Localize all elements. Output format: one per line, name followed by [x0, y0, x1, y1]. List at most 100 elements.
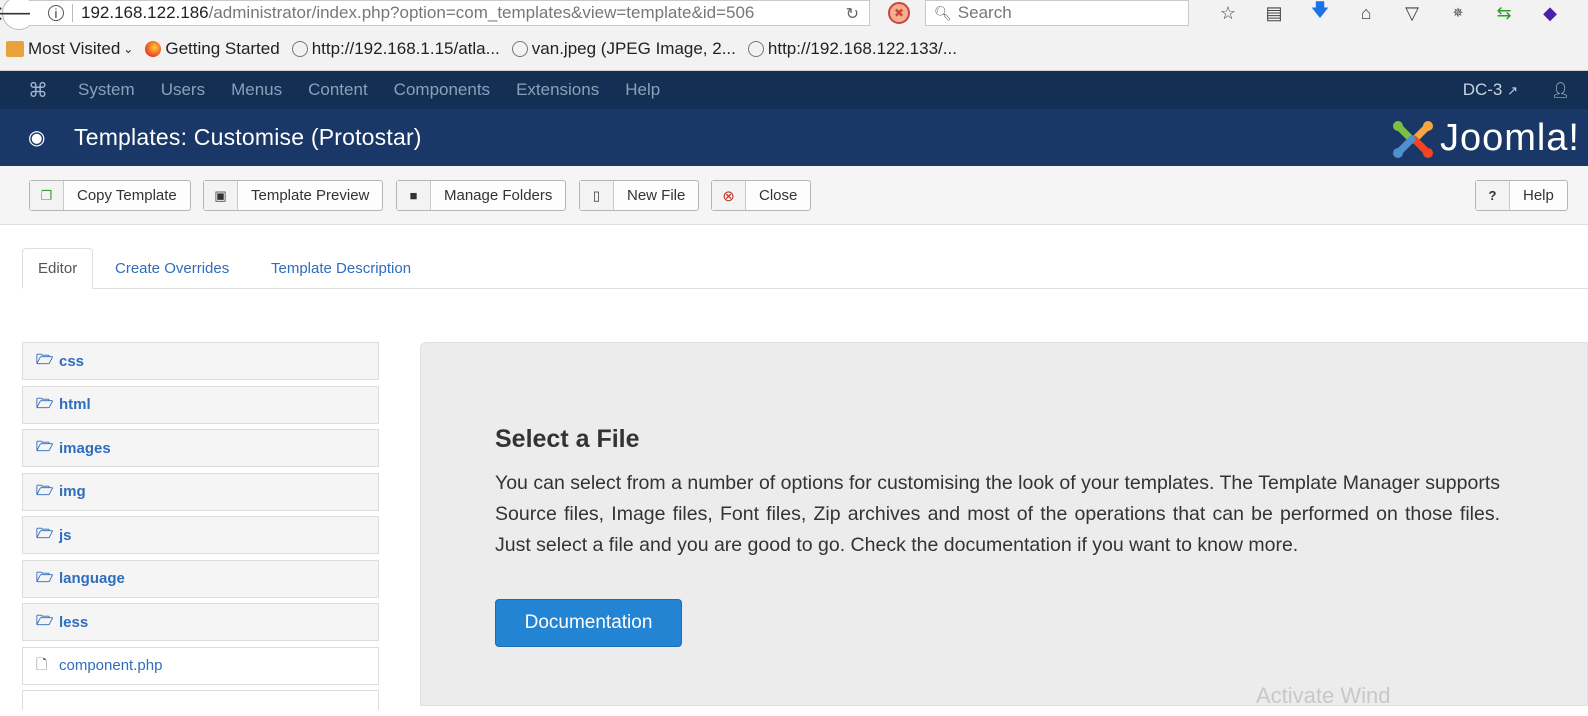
browser-toolbar: 🡐 i 192.168.122.186/administrator/index.…	[0, 0, 1588, 30]
search-placeholder: Search	[957, 3, 1012, 22]
menu-system[interactable]: System	[78, 80, 135, 100]
bookmarks-bar: Most Visited ⌄ Getting Started http://19…	[0, 28, 1588, 71]
bookmark-van-jpeg[interactable]: van.jpeg (JPEG Image, 2...	[511, 39, 736, 59]
help-button[interactable]: ? Help	[1475, 180, 1568, 211]
download-icon[interactable]: 🡇	[1297, 0, 1343, 24]
bookmark-label: van.jpeg (JPEG Image, 2...	[531, 39, 736, 58]
reload-icon[interactable]: ↻	[846, 4, 859, 24]
menu-users[interactable]: Users	[161, 80, 205, 100]
page-header: ◉ Templates: Customise (Protostar) Jooml…	[0, 109, 1588, 166]
browser-toolbar-icons: ☆ ▤ 🡇 ⌂ ▽ ✵ ⇆ ◆	[1205, 0, 1573, 24]
bookmark-star-icon[interactable]: ☆	[1205, 2, 1251, 24]
joomla-logo-text: Joomla!	[1439, 117, 1580, 159]
bookmark-label: Most Visited	[28, 39, 121, 58]
globe-icon	[291, 41, 308, 57]
joomla-logo-mark	[1392, 120, 1433, 158]
user-icon[interactable]: 👤︎	[1551, 81, 1570, 99]
tab-template-description[interactable]: Template Description	[256, 248, 426, 289]
copy-icon: ❐	[30, 181, 64, 210]
folder-open-icon: 🗁︎	[36, 525, 54, 541]
help-label: Help	[1523, 187, 1554, 204]
pocket-icon[interactable]: ▽	[1389, 2, 1435, 24]
globe-icon	[511, 41, 528, 57]
menu-content[interactable]: Content	[308, 80, 368, 100]
bookmark-most-visited[interactable]: Most Visited ⌄	[6, 39, 133, 59]
manage-folders-button[interactable]: ■ Manage Folders	[396, 180, 567, 211]
manage-folders-label: Manage Folders	[444, 187, 553, 204]
site-link[interactable]: DC-3 ↗	[1463, 80, 1518, 100]
external-link-icon: ↗	[1507, 83, 1518, 98]
folder-open-icon: 🗁︎	[36, 568, 54, 585]
folder-label: images	[59, 439, 111, 457]
eye-icon: ◉	[28, 127, 46, 149]
bookmark-getting-started[interactable]: Getting Started	[145, 39, 280, 59]
menu-help[interactable]: Help	[625, 80, 660, 100]
close-label: Close	[759, 187, 798, 204]
joomla-icon[interactable]: ⌘	[28, 78, 48, 103]
file-label: component.php	[59, 657, 163, 674]
menu-menus[interactable]: Menus	[231, 80, 282, 100]
folder-language[interactable]: 🗁︎ language	[22, 559, 379, 598]
copy-template-button[interactable]: ❐ Copy Template	[29, 180, 191, 211]
chevron-down-icon: ⌄	[123, 42, 134, 56]
image-icon: ▣	[204, 181, 238, 210]
switch-icon[interactable]: ⇆	[1481, 2, 1527, 24]
menu-components[interactable]: Components	[394, 80, 490, 100]
folder-html[interactable]: 🗁︎ html	[22, 385, 379, 424]
folder-open-icon: 🗁︎	[36, 612, 54, 628]
documentation-button[interactable]: Documentation	[495, 599, 682, 647]
folder-open-icon: 🗁︎	[36, 351, 54, 367]
admin-top-menu: ⌘ System Users Menus Content Components …	[0, 71, 1588, 109]
url-separator	[72, 4, 73, 22]
folder-open-icon: ■	[397, 181, 431, 210]
action-toolbar: ❐ Copy Template ▣ Template Preview ■ Man…	[0, 166, 1588, 225]
bookmark-atla[interactable]: http://192.168.1.15/atla...	[291, 39, 500, 59]
bookmark-192-168-122-133[interactable]: http://192.168.122.133/...	[747, 39, 957, 59]
tab-editor[interactable]: Editor	[22, 248, 94, 289]
extension-icon[interactable]: ✵	[1435, 2, 1481, 24]
file-item-partial[interactable]	[22, 690, 379, 710]
close-button[interactable]: ⊗ Close	[711, 180, 812, 211]
tab-create-overrides[interactable]: Create Overrides	[100, 248, 244, 289]
menu-extensions[interactable]: Extensions	[516, 80, 599, 100]
folder-open-icon: 🗁︎	[36, 481, 54, 498]
folder-images[interactable]: 🗁︎ images	[22, 429, 379, 467]
activate-windows-watermark: Activate Wind	[1256, 683, 1391, 708]
url-path: /administrator/index.php?option=com_temp…	[208, 3, 755, 22]
firefox-icon	[145, 41, 162, 57]
new-file-label: New File	[627, 187, 686, 204]
globe-icon	[747, 41, 764, 57]
ublock-icon[interactable]: ✖	[888, 2, 910, 24]
folder-img[interactable]: 🗁︎ img	[22, 472, 379, 511]
search-input[interactable]: 🔍︎ Search	[925, 0, 1189, 26]
new-file-button[interactable]: ▯ New File	[579, 180, 700, 211]
bookmark-label: Getting Started	[165, 39, 280, 58]
template-preview-label: Template Preview	[251, 187, 370, 204]
url-host: 192.168.122.186	[81, 3, 209, 22]
close-icon: ⊗	[712, 181, 746, 210]
file-icon: ▯	[580, 181, 614, 210]
folder-label: img	[59, 483, 86, 500]
bookmark-label: http://192.168.1.15/atla...	[311, 39, 500, 58]
bookmark-label: http://192.168.122.133/...	[767, 39, 957, 58]
folder-open-icon: 🗁︎	[36, 438, 54, 454]
folder-js[interactable]: 🗁︎ js	[22, 516, 379, 554]
file-icon: 🗋︎	[36, 655, 48, 672]
addon-cube-icon[interactable]: ◆	[1527, 2, 1573, 24]
folder-label: less	[59, 613, 89, 631]
joomla-logo: Joomla!	[1390, 117, 1580, 160]
folder-less[interactable]: 🗁︎ less	[22, 603, 379, 641]
copy-template-label: Copy Template	[77, 187, 177, 204]
folder-css[interactable]: 🗁︎ css	[22, 342, 379, 380]
url-bar[interactable]: i 192.168.122.186/administrator/index.ph…	[30, 0, 870, 26]
file-tree: 🗁︎ css 🗁︎ html 🗁︎ images 🗁︎ img 🗁︎ js 🗁︎ langu…	[22, 342, 379, 716]
template-preview-button[interactable]: ▣ Template Preview	[203, 180, 384, 211]
folder-icon	[6, 41, 24, 57]
reading-list-icon[interactable]: ▤	[1251, 2, 1297, 24]
select-file-panel: Select a File You can select from a numb…	[420, 342, 1588, 708]
info-icon[interactable]: i	[48, 5, 64, 21]
home-icon[interactable]: ⌂	[1343, 2, 1389, 24]
file-component-php[interactable]: 🗋︎ component.php	[22, 646, 379, 685]
panel-title: Select a File	[495, 425, 640, 453]
folder-label: js	[59, 526, 72, 544]
